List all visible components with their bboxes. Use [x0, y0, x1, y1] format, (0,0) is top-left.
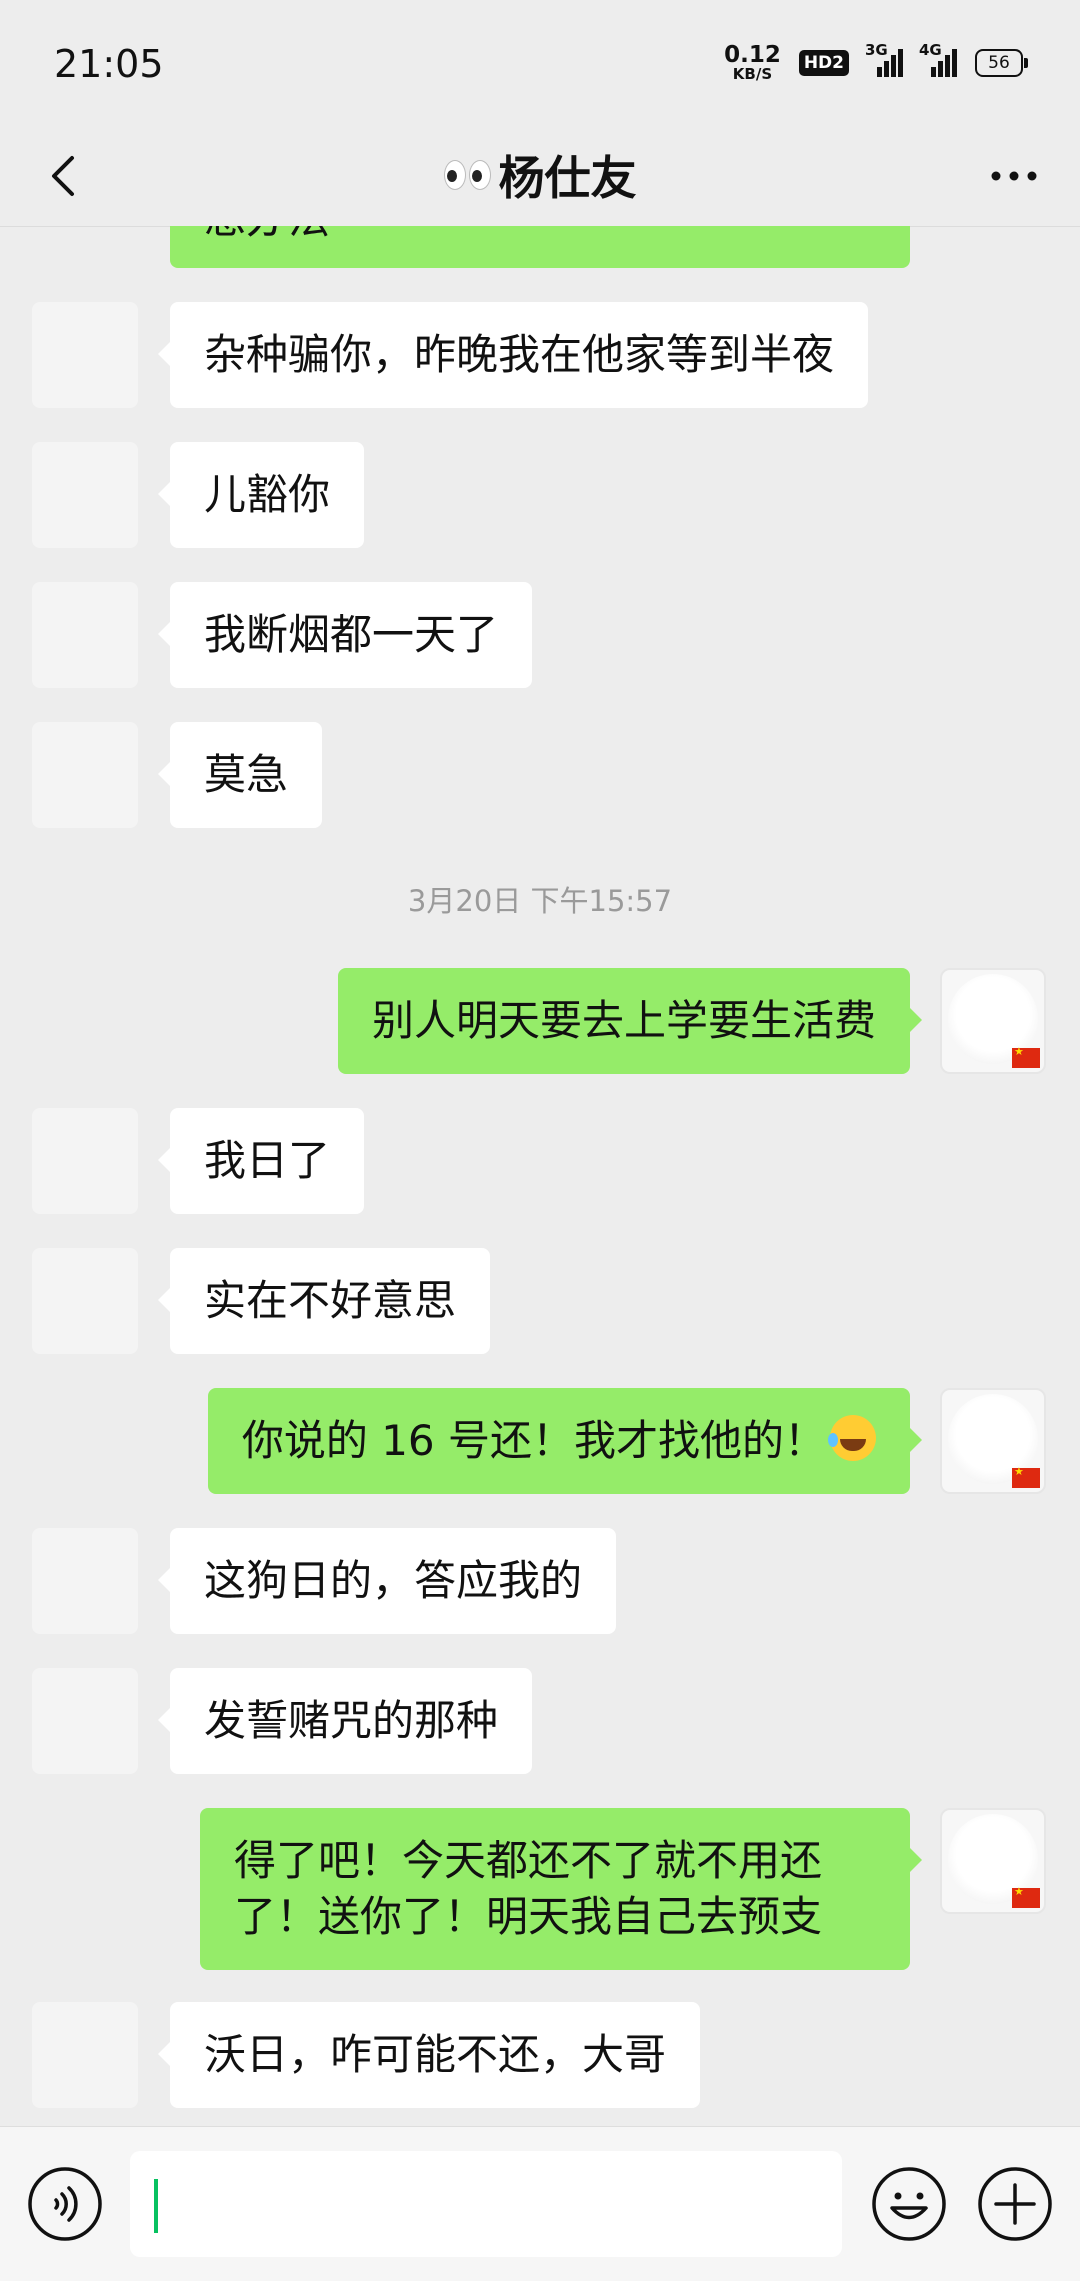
- signal-3g-icon: 3G: [865, 41, 903, 77]
- voice-input-button[interactable]: [26, 2165, 104, 2243]
- china-flag-icon: [1012, 1465, 1040, 1488]
- message-text: 得了吧！今天都还不了就不用还了！送你了！明天我自己去预支: [234, 1836, 823, 1941]
- message-text: 我日了: [204, 1136, 331, 1185]
- signal-3g-label: 3G: [865, 41, 888, 59]
- signal-4g-icon: 4G: [919, 41, 957, 77]
- status-time: 21:05: [54, 42, 164, 86]
- laughing-tears-emoji-icon: [828, 1415, 876, 1461]
- more-dots-icon: [991, 171, 1037, 181]
- user-avatar[interactable]: [940, 1808, 1046, 1914]
- user-avatar[interactable]: [940, 968, 1046, 1074]
- message-text: 实在不好意思: [204, 1276, 457, 1325]
- status-icons: 0.12 KB/S HD2 3G 4G 56: [724, 41, 1028, 82]
- incoming-message-bubble[interactable]: 我断烟都一天了: [157, 582, 533, 688]
- message-text: 莫急: [204, 750, 289, 799]
- network-speed-value: 0.12: [724, 42, 781, 68]
- contact-avatar[interactable]: [32, 2002, 138, 2108]
- china-flag-icon: [1012, 1045, 1040, 1068]
- outgoing-message-bubble[interactable]: 得了吧！今天都还不了就不用还了！送你了！明天我自己去预支: [200, 1808, 922, 1970]
- more-options-button[interactable]: [978, 140, 1050, 212]
- chat-header: 杨仕友: [0, 130, 1080, 227]
- outgoing-message-bubble[interactable]: 别人明天要去上学要生活费: [337, 968, 923, 1074]
- contact-avatar[interactable]: [32, 1668, 138, 1774]
- message-text: 想办法: [204, 226, 330, 243]
- message-timestamp: 3月20日 下午15:57: [407, 884, 673, 918]
- contact-avatar[interactable]: [32, 1528, 138, 1634]
- contact-name: 杨仕友: [498, 151, 637, 205]
- contact-avatar[interactable]: [32, 1248, 138, 1354]
- incoming-message-bubble[interactable]: 杂种骗你，昨晚我在他家等到半夜: [157, 302, 869, 408]
- status-bar: 21:05 0.12 KB/S HD2 3G 4G 56: [0, 0, 1080, 130]
- message-text: 你说的 16 号还！我才找他的！: [241, 1416, 826, 1465]
- message-text: 沃日，咋可能不还，大哥: [204, 2030, 667, 2079]
- user-avatar[interactable]: [940, 1388, 1046, 1494]
- contact-avatar[interactable]: [32, 722, 138, 828]
- china-flag-icon: [1012, 1885, 1040, 1908]
- text-caret: [154, 2179, 158, 2233]
- battery-level: 56: [975, 49, 1023, 77]
- eyes-emoji-icon: [443, 160, 491, 190]
- incoming-message-bubble[interactable]: 我日了: [157, 1108, 365, 1214]
- contact-avatar[interactable]: [32, 302, 138, 408]
- contact-avatar[interactable]: [32, 442, 138, 548]
- message-input[interactable]: [130, 2151, 842, 2257]
- plus-icon: [978, 2167, 1052, 2241]
- network-speed-unit: KB/S: [732, 65, 773, 83]
- message-list[interactable]: 想办法 杂种骗你，昨晚我在他家等到半夜 儿豁你 我断烟都一天了 莫急 3月20日…: [0, 226, 1080, 2126]
- outgoing-message-bubble[interactable]: 想办法: [170, 226, 910, 268]
- incoming-message-bubble[interactable]: 发誓赌咒的那种: [157, 1668, 533, 1774]
- contact-avatar[interactable]: [32, 582, 138, 688]
- contact-avatar[interactable]: [32, 1108, 138, 1214]
- input-bar: [0, 2126, 1080, 2281]
- smiley-icon: [872, 2167, 946, 2241]
- incoming-message-bubble[interactable]: 儿豁你: [157, 442, 365, 548]
- incoming-message-bubble[interactable]: 莫急: [157, 722, 323, 828]
- signal-4g-label: 4G: [919, 41, 942, 59]
- more-functions-button[interactable]: [976, 2165, 1054, 2243]
- outgoing-message-bubble[interactable]: 你说的 16 号还！我才找他的！: [207, 1388, 923, 1494]
- voice-icon: [28, 2167, 102, 2241]
- chat-title: 杨仕友: [0, 142, 1080, 208]
- battery-icon: 56: [975, 49, 1028, 77]
- message-text: 这狗日的，答应我的: [204, 1556, 583, 1605]
- network-speed: 0.12 KB/S: [724, 44, 781, 82]
- message-text: 发誓赌咒的那种: [204, 1696, 499, 1745]
- emoji-button[interactable]: [870, 2165, 948, 2243]
- message-text: 儿豁你: [204, 470, 331, 519]
- message-text: 杂种骗你，昨晚我在他家等到半夜: [204, 330, 835, 379]
- incoming-message-bubble[interactable]: 这狗日的，答应我的: [157, 1528, 617, 1634]
- incoming-message-bubble[interactable]: 实在不好意思: [157, 1248, 491, 1354]
- message-text: 我断烟都一天了: [204, 610, 499, 659]
- message-text: 别人明天要去上学要生活费: [371, 996, 876, 1045]
- incoming-message-bubble[interactable]: 沃日，咋可能不还，大哥: [157, 2002, 701, 2108]
- hd-voice-icon: HD2: [798, 50, 849, 76]
